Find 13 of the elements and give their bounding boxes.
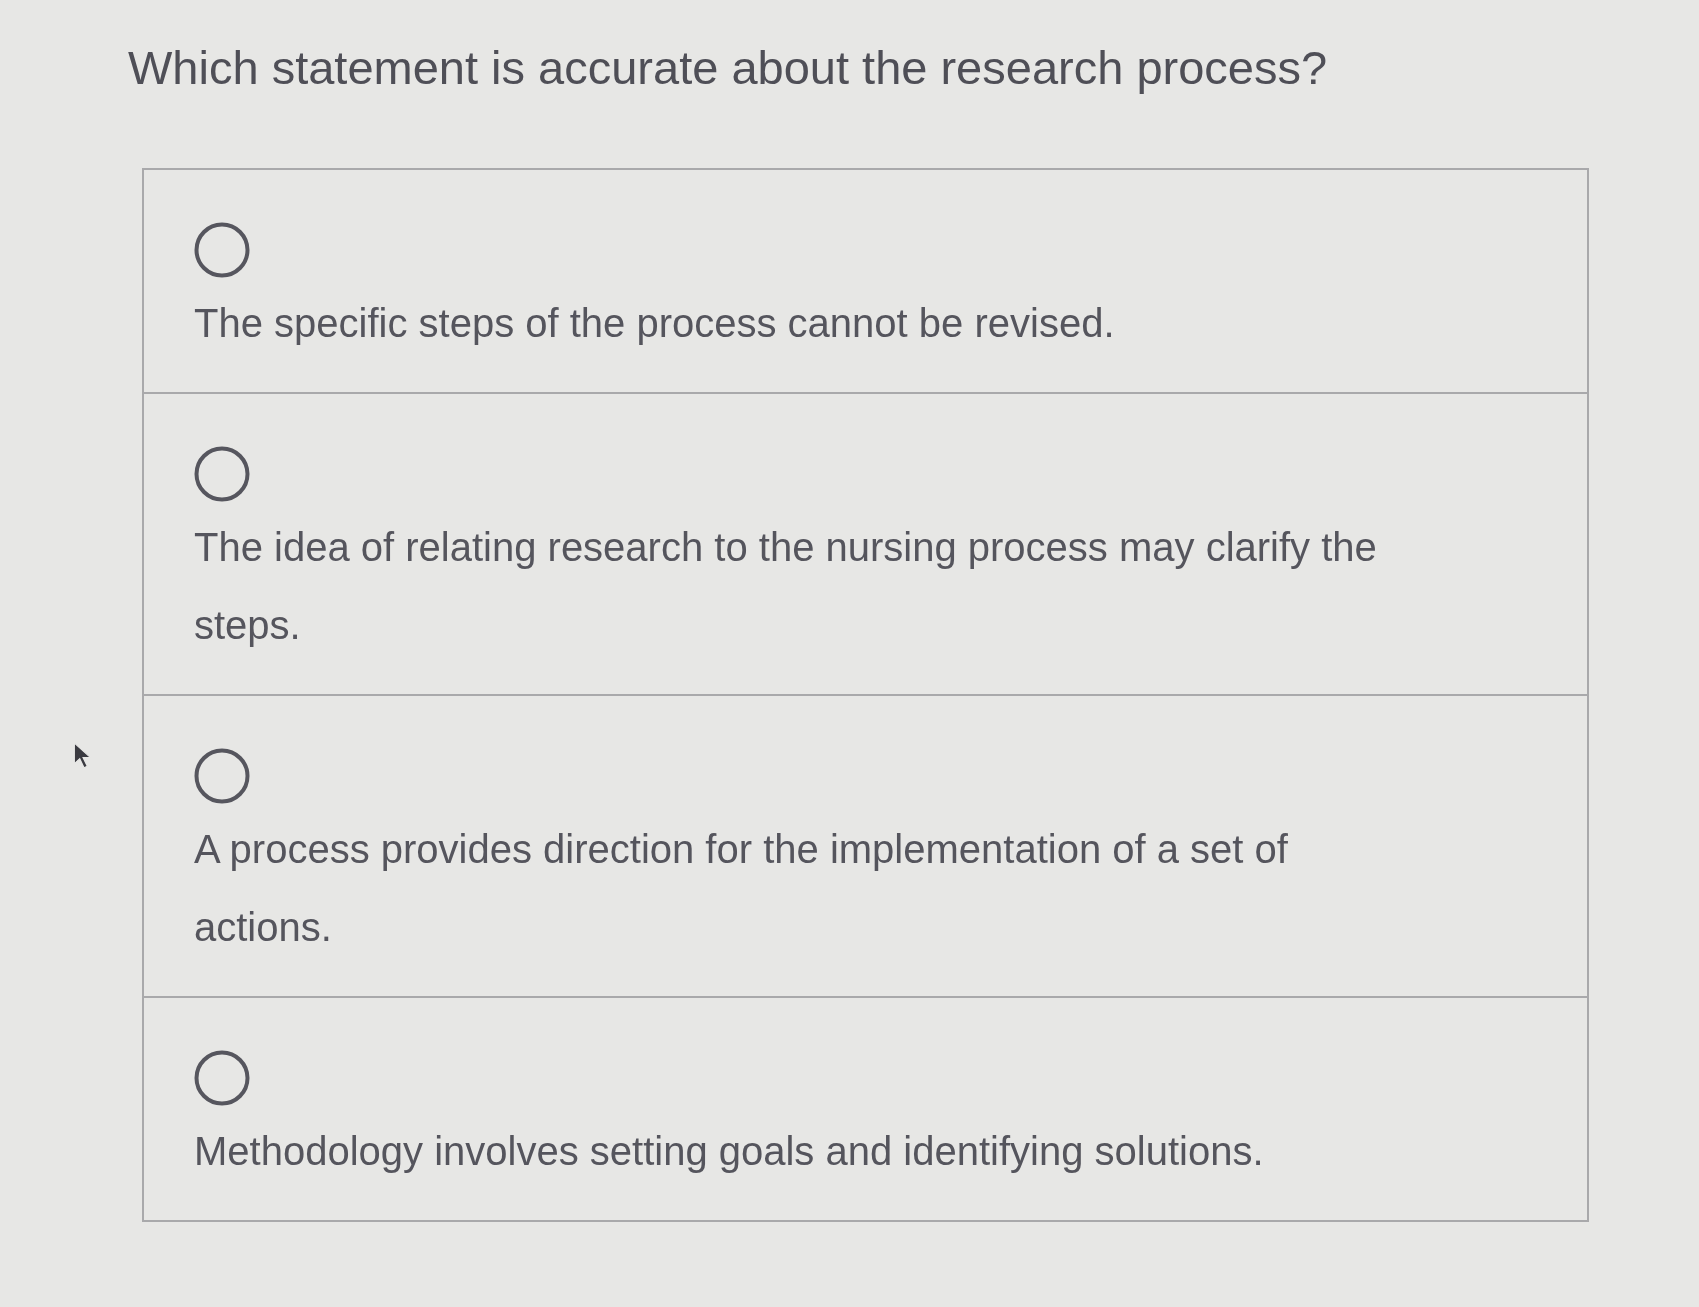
- option-text: Methodology involves setting goals and identifying solutions.: [194, 1128, 1264, 1175]
- radio-button[interactable]: [194, 748, 250, 804]
- answer-option[interactable]: The idea of relating research to the nursing process may clarify the steps.: [142, 392, 1589, 696]
- radio-button[interactable]: [194, 446, 250, 502]
- option-text: The idea of relating research to the nursing process may clarify the steps.: [194, 524, 1378, 649]
- question-text: Which statement is accurate about the research process?: [128, 40, 1329, 96]
- option-text: A process provides direction for the implementation of a set of actions.: [194, 826, 1289, 951]
- answer-option[interactable]: A process provides direction for the implementation of a set of actions.: [142, 694, 1589, 998]
- answer-option[interactable]: The specific steps of the process cannot be revised.: [142, 168, 1589, 394]
- option-text: The specific steps of the process cannot be revised.: [194, 300, 1115, 347]
- radio-button[interactable]: [194, 222, 250, 278]
- answer-option[interactable]: Methodology involves setting goals and identifying solutions.: [142, 996, 1589, 1222]
- radio-button[interactable]: [194, 1050, 250, 1106]
